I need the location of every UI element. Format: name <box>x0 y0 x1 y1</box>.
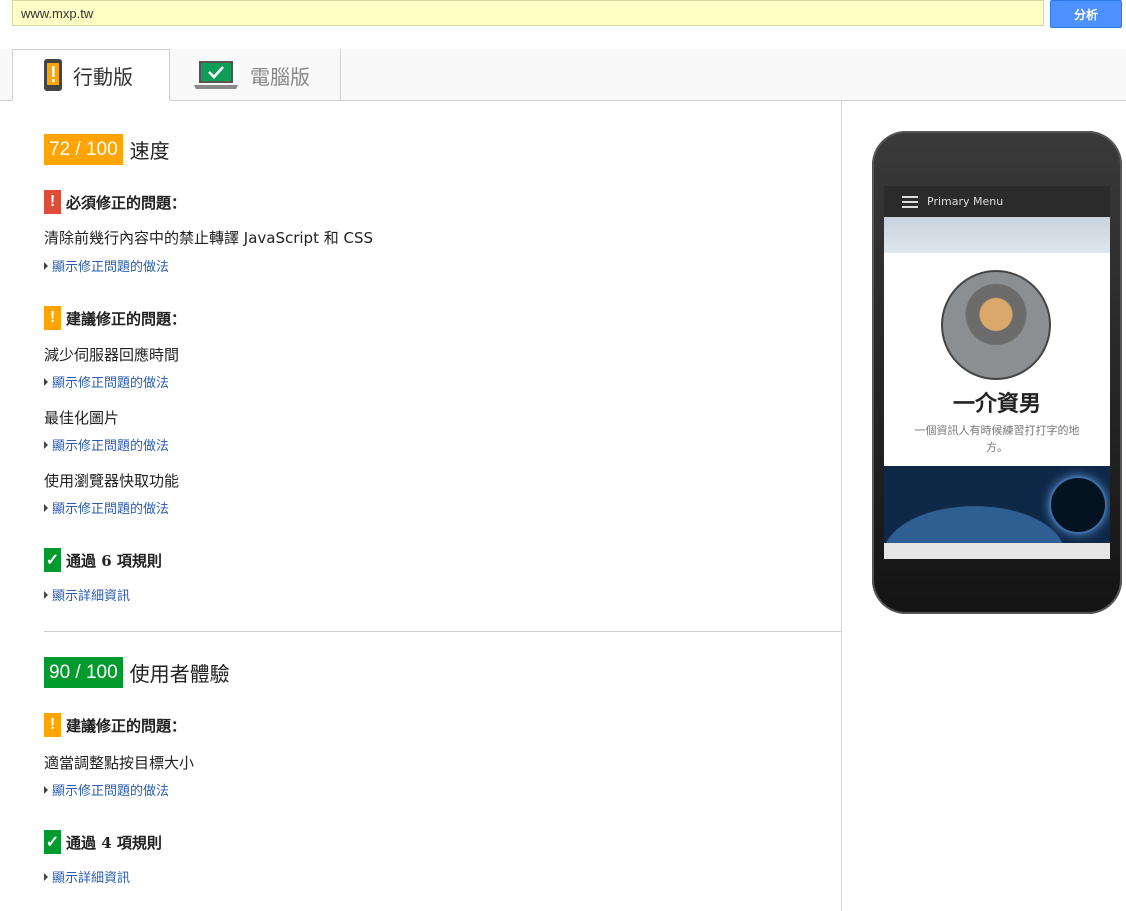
passed-heading: ✓ 通過 6 項規則 <box>44 548 162 572</box>
url-input[interactable] <box>12 0 1044 26</box>
show-fix-link[interactable]: 顯示修正問題的做法 <box>44 780 169 799</box>
preview-space-image <box>884 466 1110 543</box>
ux-score-row: 90 / 100 使用者體驗 <box>44 657 230 688</box>
should-fix-heading: ! 建議修正的問題： <box>44 713 186 737</box>
triangle-right-icon <box>44 590 48 599</box>
preview-avatar <box>941 270 1051 380</box>
rule-item: 清除前幾行內容中的禁止轉譯 JavaScript 和 CSS <box>44 229 374 247</box>
rule-item: 使用瀏覽器快取功能 <box>44 472 180 490</box>
preview-site-name: 一介資男 <box>952 392 1041 417</box>
tab-desktop-label: 電腦版 <box>250 64 310 89</box>
tab-mobile-label: 行動版 <box>73 64 133 89</box>
show-fix-link[interactable]: 顯示修正問題的做法 <box>44 256 169 275</box>
planet-ring <box>1049 476 1107 534</box>
must-fix-heading: ! 必須修正的問題： <box>44 190 186 214</box>
show-details-link[interactable]: 顯示詳細資訊 <box>44 867 130 886</box>
check-icon: ✓ <box>44 830 61 854</box>
mobile-phone-icon <box>44 59 62 91</box>
analyze-button[interactable]: 分析 <box>1050 0 1122 28</box>
triangle-right-icon <box>44 440 48 449</box>
tab-mobile[interactable]: 行動版 <box>12 49 170 101</box>
panel-divider <box>841 101 842 911</box>
check-icon: ✓ <box>44 548 61 572</box>
section-divider <box>44 631 841 632</box>
triangle-right-icon <box>44 785 48 794</box>
ux-score: 90 / 100 <box>44 657 123 688</box>
triangle-right-icon <box>44 377 48 386</box>
triangle-right-icon <box>44 503 48 512</box>
exclamation-icon: ! <box>44 713 61 737</box>
rule-item: 適當調整點按目標大小 <box>44 754 195 772</box>
show-fix-link[interactable]: 顯示修正問題的做法 <box>44 498 169 517</box>
show-details-link[interactable]: 顯示詳細資訊 <box>44 585 130 604</box>
hamburger-icon <box>902 195 918 208</box>
tab-desktop[interactable]: 電腦版 <box>170 49 341 101</box>
preview-footer-strip <box>884 543 1110 559</box>
speed-score-row: 72 / 100 速度 <box>44 134 170 165</box>
triangle-right-icon <box>44 872 48 881</box>
passed-heading: ✓ 通過 4 項規則 <box>44 830 162 854</box>
rule-item: 最佳化圖片 <box>44 409 120 427</box>
preview-tagline: 一個資訊人有時候練習打打字的地方。 <box>914 424 1080 454</box>
preview-banner <box>884 217 1110 253</box>
show-fix-link[interactable]: 顯示修正問題的做法 <box>44 435 169 454</box>
preview-menu-bar: Primary Menu <box>884 186 1110 217</box>
preview-menu-label: Primary Menu <box>927 195 1004 208</box>
ux-label: 使用者體驗 <box>129 662 230 686</box>
triangle-right-icon <box>44 261 48 270</box>
exclamation-icon: ! <box>44 190 61 214</box>
rule-item: 減少伺服器回應時間 <box>44 346 180 364</box>
should-fix-heading: ! 建議修正的問題： <box>44 306 186 330</box>
speed-label: 速度 <box>129 139 170 163</box>
speed-score: 72 / 100 <box>44 134 123 165</box>
show-fix-link[interactable]: 顯示修正問題的做法 <box>44 372 169 391</box>
phone-screen-preview: Primary Menu 一介資男 一個資訊人有時候練習打打字的地方。 <box>884 186 1110 559</box>
laptop-check-icon <box>194 61 238 89</box>
device-tabs: 行動版 電腦版 <box>0 49 1126 101</box>
exclamation-icon: ! <box>44 306 61 330</box>
